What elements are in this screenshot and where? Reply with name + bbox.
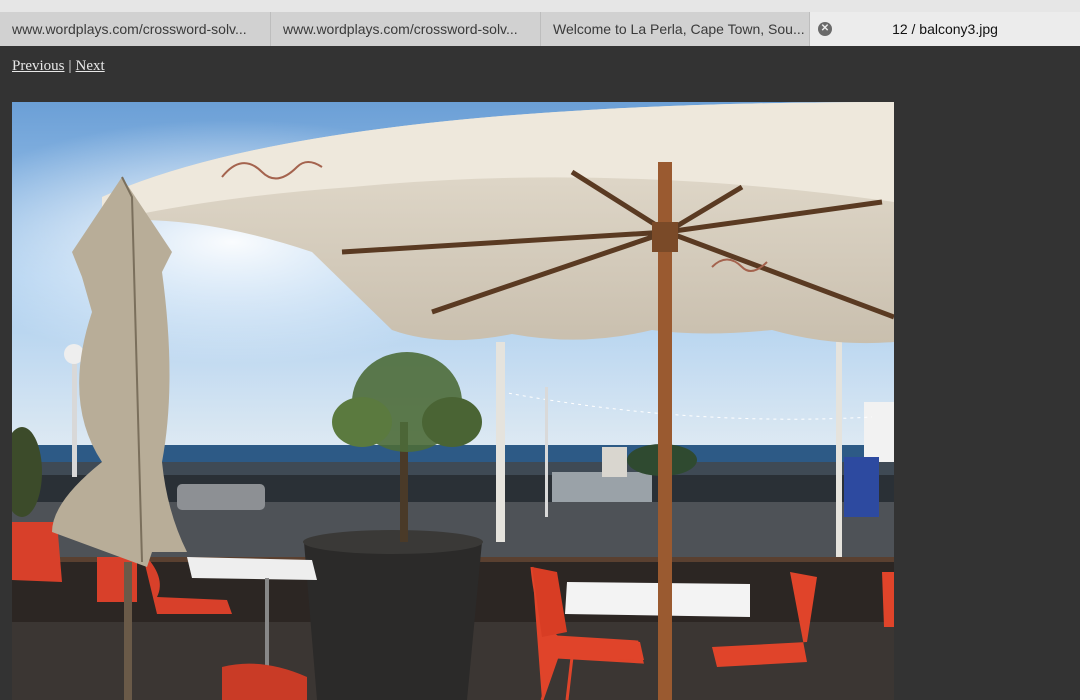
gallery-nav: Previous | Next [12,58,105,75]
tab-wordplays-1[interactable]: www.wordplays.com/crossword-solv... [0,12,271,46]
nav-separator: | [68,58,72,74]
tab-la-perla[interactable]: Welcome to La Perla, Cape Town, Sou... [541,12,810,46]
tab-label: www.wordplays.com/crossword-solv... [283,21,518,37]
next-link[interactable]: Next [76,58,105,74]
browser-top-strip [0,0,1080,12]
tab-label: Welcome to La Perla, Cape Town, Sou... [553,21,805,37]
balcony-photo [12,102,894,700]
tab-wordplays-2[interactable]: www.wordplays.com/crossword-solv... [271,12,541,46]
previous-link[interactable]: Previous [12,58,65,74]
active-tab-title: 12 / balcony3.jpg [892,21,998,37]
photo-illustration [12,102,894,700]
tab-bar: www.wordplays.com/crossword-solv... www.… [0,12,1080,46]
close-icon[interactable]: ✕ [818,22,832,36]
tab-label: www.wordplays.com/crossword-solv... [12,21,247,37]
